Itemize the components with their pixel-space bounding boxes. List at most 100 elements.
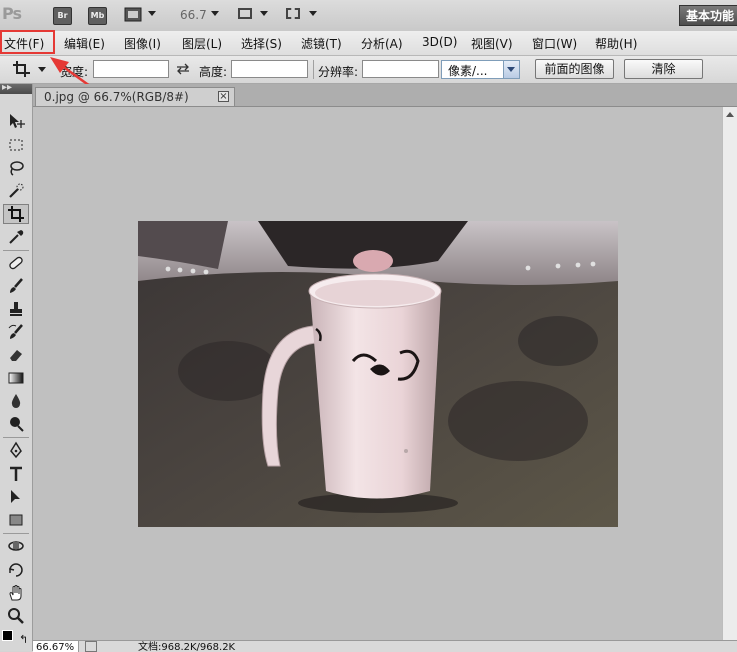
status-info-icon[interactable] — [85, 641, 97, 652]
mini-bridge-button[interactable]: Mb — [88, 7, 107, 25]
document-tab[interactable]: 0.jpg @ 66.7%(RGB/8#) × — [35, 87, 235, 106]
quick-selection-icon — [9, 183, 24, 198]
options-bar: 宽度: 高度: 分辨率: 像素/... 前面的图像 清除 — [0, 56, 737, 84]
close-icon[interactable]: × — [218, 91, 229, 102]
width-label: 宽度: — [60, 65, 89, 79]
brush-icon — [10, 278, 23, 293]
clone-stamp-tool[interactable] — [3, 299, 29, 319]
pen-tool[interactable] — [3, 440, 29, 460]
menu-bar: 文件(F) 编辑(E) 图像(I) 图层(L) 选择(S) 滤镜(T) 分析(A… — [0, 31, 737, 56]
file-menu-highlight-box — [0, 30, 55, 54]
marquee-tool[interactable] — [3, 135, 29, 155]
zoom-tool[interactable] — [3, 606, 29, 626]
eraser-icon — [10, 350, 22, 361]
gradient-tool[interactable] — [3, 368, 29, 388]
resolution-unit-select[interactable]: 像素/... — [441, 60, 520, 79]
menu-layer[interactable]: 图层(L) — [182, 35, 222, 52]
resolution-unit-value: 像素/... — [448, 64, 488, 78]
menu-filter[interactable]: 滤镜(T) — [301, 35, 342, 52]
screen-mode-dropdown-icon[interactable] — [309, 11, 317, 16]
move-tool[interactable] — [3, 111, 29, 131]
view-extras-dropdown-icon[interactable] — [148, 11, 156, 16]
photoshop-logo: Ps — [2, 4, 22, 23]
blur-tool[interactable] — [3, 391, 29, 411]
tools-panel-header[interactable]: ▸▸ — [0, 82, 32, 94]
3d-rotate-tool[interactable] — [3, 536, 29, 556]
application-bar: Ps Br Mb 66.7 基本功能 — [0, 0, 737, 32]
crop-tool-preset-picker[interactable] — [12, 60, 32, 78]
resolution-label: 分辨率: — [318, 65, 359, 79]
eraser-tool[interactable] — [3, 345, 29, 365]
menu-select[interactable]: 选择(S) — [241, 35, 282, 52]
water-drop-icon — [11, 394, 21, 408]
dodge-tool[interactable] — [3, 414, 29, 434]
brush-tool[interactable] — [3, 276, 29, 296]
menu-help[interactable]: 帮助(H) — [595, 35, 637, 52]
foreground-color-swatch[interactable] — [2, 630, 13, 641]
swap-colors-icon[interactable]: ↰ — [19, 633, 28, 646]
status-zoom-field[interactable]: 66.67% — [33, 641, 79, 652]
menu-3d[interactable]: 3D(D) — [422, 35, 457, 49]
arrange-documents-icon[interactable] — [238, 8, 252, 19]
rectangular-marquee-icon — [9, 139, 23, 151]
rectangle-icon — [9, 514, 23, 526]
height-label: 高度: — [199, 65, 228, 79]
type-tool[interactable] — [3, 464, 29, 484]
film-strip-icon — [124, 7, 142, 22]
menu-image[interactable]: 图像(I) — [124, 35, 161, 52]
menu-view[interactable]: 视图(V) — [471, 35, 513, 52]
menu-analysis[interactable]: 分析(A) — [361, 35, 403, 52]
type-icon — [10, 466, 22, 481]
color-swatches[interactable] — [2, 630, 18, 646]
dodge-icon — [10, 417, 24, 432]
healing-brush-tool[interactable] — [3, 253, 29, 273]
menu-window[interactable]: 窗口(W) — [532, 35, 577, 52]
hand-icon — [9, 585, 22, 601]
crop-tool[interactable] — [3, 204, 29, 224]
document-size-info: 文档:968.2K/968.2K — [138, 642, 236, 652]
lasso-tool[interactable] — [3, 158, 29, 178]
document-canvas[interactable] — [33, 107, 722, 640]
tools-separator — [3, 437, 29, 438]
hand-tool[interactable] — [3, 583, 29, 603]
eyedropper-icon — [9, 230, 24, 244]
crop-icon — [13, 61, 30, 77]
magnifier-icon — [8, 608, 24, 624]
width-field[interactable] — [93, 60, 169, 78]
path-selection-icon — [11, 490, 20, 503]
view-extras-button[interactable] — [124, 7, 142, 22]
status-bar: 66.67% 文档:968.2K/968.2K — [33, 640, 737, 652]
path-selection-tool[interactable] — [3, 487, 29, 507]
tools-panel: ▸▸ ↰ — [0, 82, 33, 651]
screen-mode-icon[interactable] — [286, 8, 300, 19]
swap-dimensions-button[interactable] — [176, 63, 190, 75]
quick-selection-tool[interactable] — [3, 181, 29, 201]
resolution-field[interactable] — [362, 60, 439, 78]
chevron-down-icon[interactable] — [503, 61, 519, 78]
menu-edit[interactable]: 编辑(E) — [64, 35, 105, 52]
history-brush-tool[interactable] — [3, 322, 29, 342]
eyedropper-tool[interactable] — [3, 227, 29, 247]
lasso-icon — [10, 161, 24, 176]
scroll-up-icon[interactable] — [726, 112, 734, 117]
tools-separator — [3, 533, 29, 534]
clear-button[interactable]: 清除 — [624, 59, 703, 79]
height-field[interactable] — [231, 60, 308, 78]
front-image-button[interactable]: 前面的图像 — [535, 59, 614, 79]
stamp-icon — [10, 302, 22, 316]
zoom-level[interactable]: 66.7 — [180, 8, 207, 22]
tool-preset-dropdown-icon[interactable] — [38, 67, 46, 72]
tools-separator — [3, 250, 29, 251]
rectangle-tool[interactable] — [3, 510, 29, 530]
move-icon — [10, 114, 25, 128]
3d-orbit-tool[interactable] — [3, 560, 29, 580]
document-tab-title: 0.jpg @ 66.7%(RGB/8#) — [44, 90, 189, 104]
vertical-scrollbar[interactable] — [722, 107, 737, 640]
history-brush-icon — [8, 324, 23, 339]
arrange-dropdown-icon[interactable] — [260, 11, 268, 16]
crop-icon — [8, 206, 24, 222]
workspace-switcher[interactable]: 基本功能 — [679, 5, 737, 26]
bandage-icon — [9, 256, 23, 270]
zoom-dropdown-icon[interactable] — [211, 11, 219, 16]
bridge-button[interactable]: Br — [53, 7, 72, 25]
